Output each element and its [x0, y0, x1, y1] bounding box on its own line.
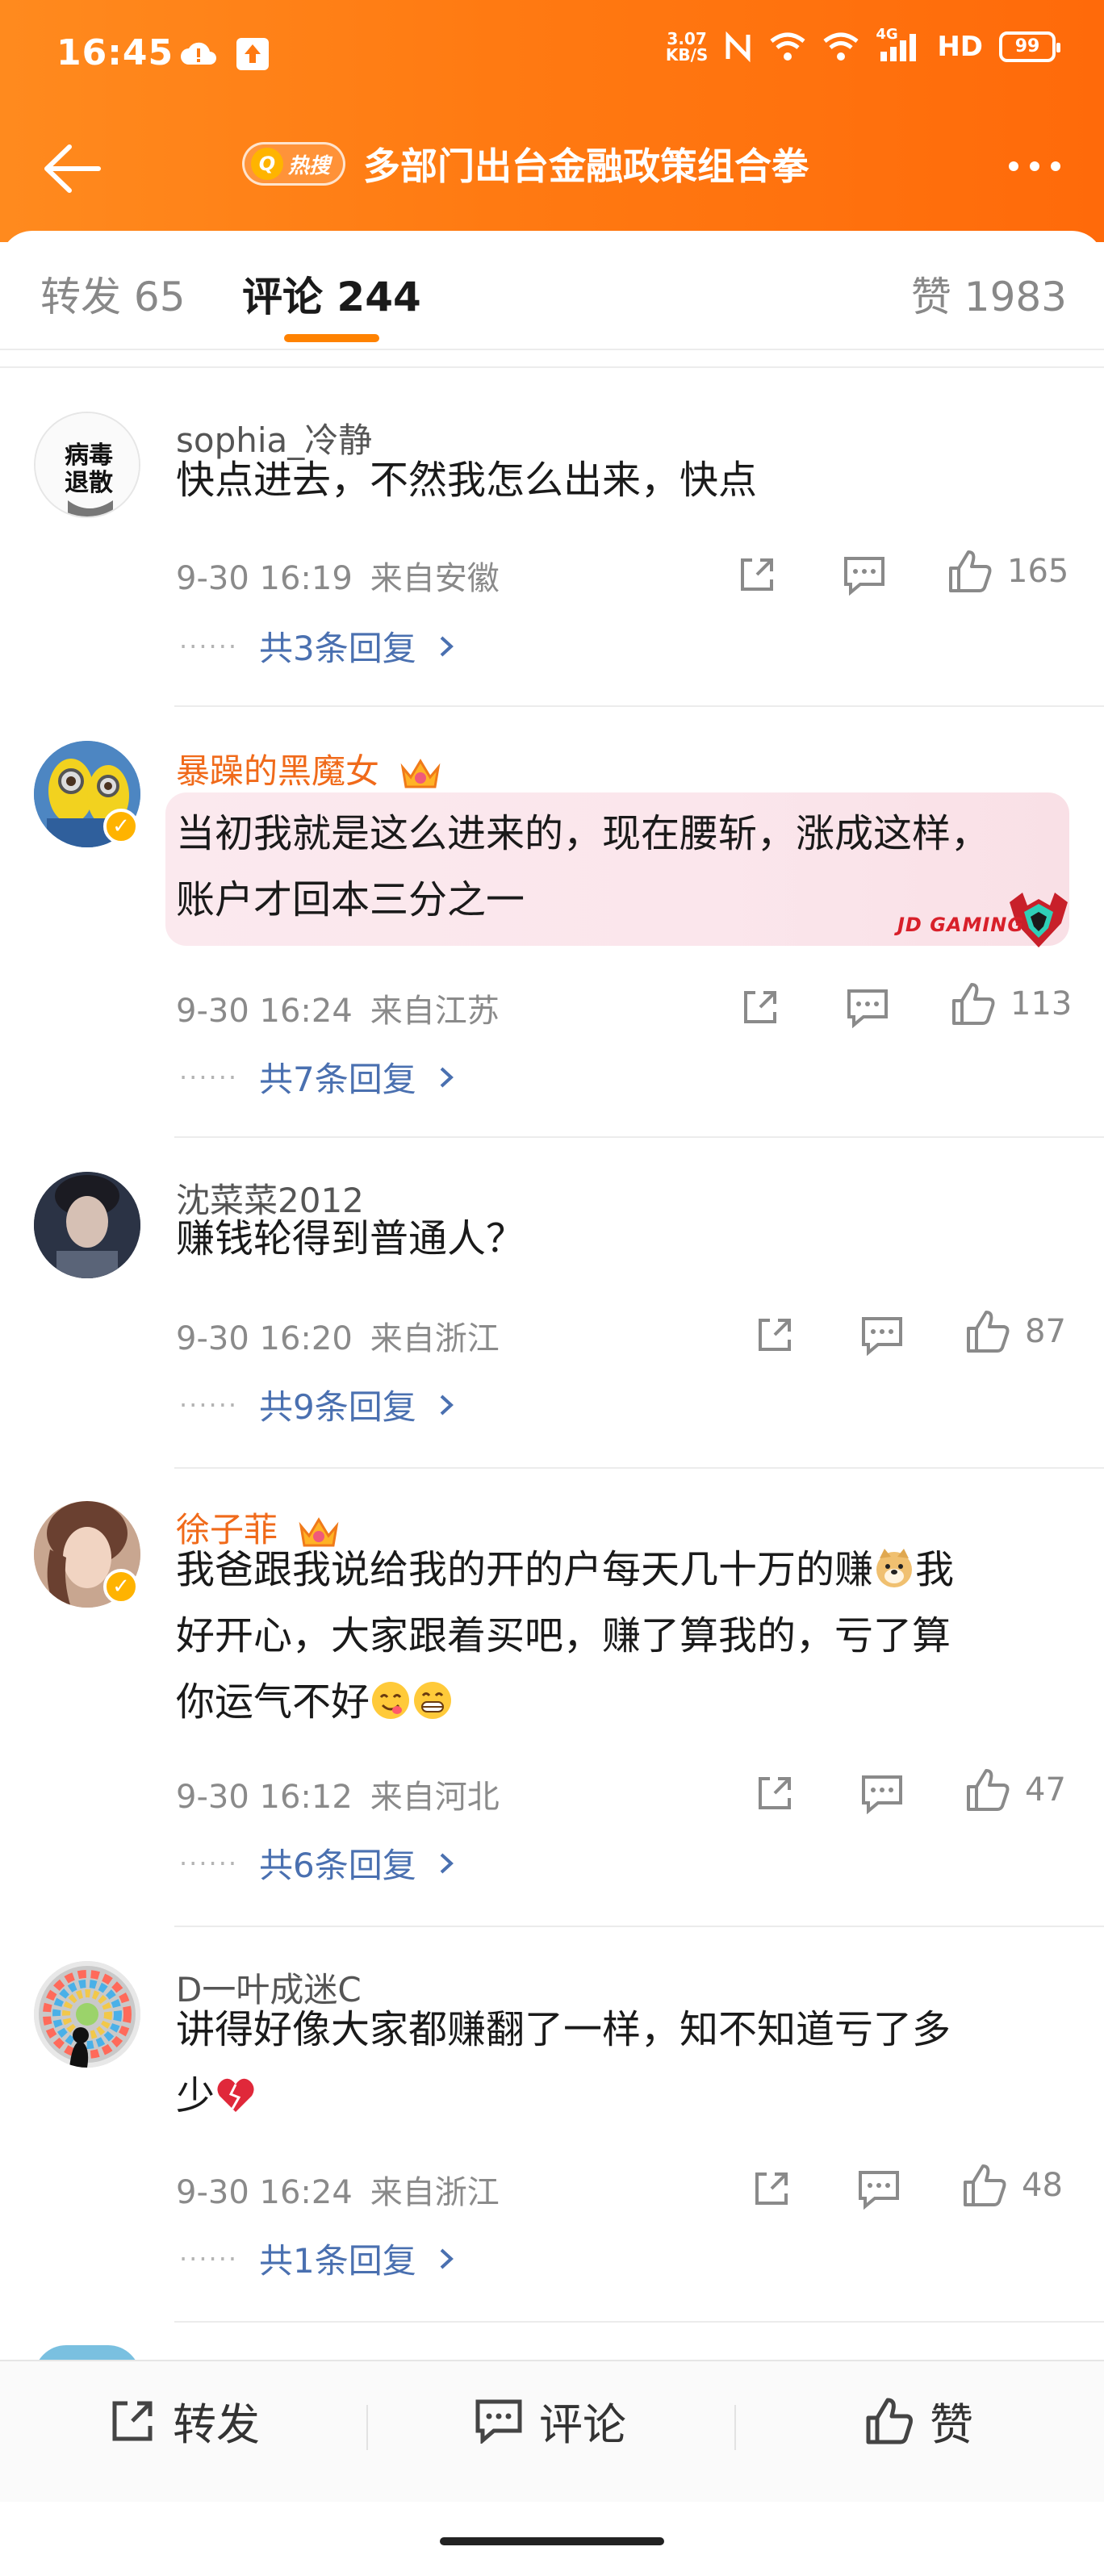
battery-icon: 99 [999, 31, 1060, 62]
avatar[interactable] [34, 1172, 140, 1278]
active-tab-indicator [284, 334, 379, 342]
vip-crown-icon [400, 758, 441, 788]
status-time: 16:45 [56, 32, 174, 73]
tab-comments[interactable]: 评论 244 [242, 265, 421, 323]
replies-count: 共7条回复 [259, 1060, 416, 1099]
hd-indicator: HD [937, 31, 983, 63]
nav-bar: Q 热搜 多部门出台金融政策组合拳 [0, 121, 1104, 218]
thumbs-up-icon [967, 1311, 1010, 1353]
like-count: 87 [1025, 1313, 1066, 1350]
like-count: 48 [1022, 2167, 1063, 2204]
like-button[interactable]: 113 [951, 981, 1072, 1027]
cell-signal-icon: 4G [876, 26, 921, 63]
comment-meta: 9-30 16:12 来自河北 [176, 1779, 500, 1816]
bottom-action-bar: 转发 评论 赞 [0, 2360, 1104, 2502]
verified-badge-icon: ✓ [103, 1569, 139, 1604]
hot-search-icon: Q [251, 148, 283, 180]
avatar[interactable]: 病毒 退散 [34, 412, 140, 518]
comment-icon[interactable] [860, 1774, 904, 1814]
upload-icon [236, 38, 269, 70]
share-icon[interactable] [754, 1772, 796, 1814]
share-icon[interactable] [754, 1314, 796, 1356]
chevron-right-icon [440, 1395, 454, 1415]
comment-bubble-icon [475, 2399, 522, 2444]
comment-icon[interactable] [857, 2169, 901, 2210]
share-icon[interactable] [736, 554, 778, 596]
like-button[interactable]: 48 [962, 2163, 1063, 2208]
hot-search-tag[interactable]: Q 热搜 [242, 142, 346, 186]
wifi-icon [770, 32, 805, 61]
like-count: 113 [1010, 985, 1073, 1022]
comment-icon[interactable] [843, 555, 886, 596]
comment-meta: 9-30 16:20 来自浙江 [176, 1320, 500, 1357]
chevron-right-icon [440, 1853, 454, 1873]
status-bar: 16:45 3.07 KB/S 4G HD 99 [0, 19, 1104, 92]
like-button[interactable]: 47 [965, 1767, 1066, 1813]
comment-icon[interactable] [860, 1315, 904, 1356]
comment-meta: 9-30 16:19 来自安徽 [176, 560, 500, 597]
repost-button[interactable]: 转发 [108, 2389, 260, 2453]
status-right-icons: 3.07 KB/S 4G HD 99 [665, 26, 1060, 65]
replies-count: 共9条回复 [259, 1387, 416, 1427]
comment-meta: 9-30 16:24 来自江苏 [176, 993, 500, 1030]
tab-divider [0, 350, 1104, 368]
replies-link[interactable]: ······ 共6条回复 [179, 1838, 455, 1888]
cloud-alert-icon [181, 42, 216, 65]
thumbs-up-icon [967, 1769, 1010, 1811]
grin-emoji-icon [414, 1682, 452, 1719]
replies-count: 共3条回复 [259, 629, 416, 668]
broken-heart-emoji-icon [217, 2078, 254, 2112]
tab-likes[interactable]: 赞 1983 [911, 265, 1067, 323]
replies-count: 共1条回复 [259, 2241, 416, 2281]
nav-title-group[interactable]: Q 热搜 多部门出台金融政策组合拳 [242, 137, 809, 190]
svg-text:病毒: 病毒 [65, 441, 113, 470]
share-icon[interactable] [751, 2168, 792, 2210]
replies-link[interactable]: ······ 共1条回复 [179, 2234, 455, 2283]
thumbs-up-icon [952, 983, 995, 1025]
like-button[interactable]: 87 [965, 1309, 1066, 1354]
share-icon[interactable] [739, 986, 781, 1028]
replies-link[interactable]: ······ 共9条回复 [179, 1380, 455, 1429]
home-indicator [440, 2537, 664, 2545]
chevron-right-icon [440, 1067, 454, 1087]
nfc-icon [726, 31, 751, 63]
like-count: 165 [1007, 553, 1069, 590]
like-post-button[interactable]: 赞 [865, 2389, 973, 2453]
chevron-right-icon [440, 636, 454, 656]
thumbs-up-icon [964, 2164, 1006, 2206]
net-speed: 3.07 KB/S [665, 29, 709, 65]
thumbs-up-icon [866, 2398, 913, 2444]
doge-emoji-icon [876, 1549, 913, 1587]
replies-count: 共6条回复 [259, 1846, 416, 1885]
comment-button[interactable]: 评论 [475, 2389, 626, 2453]
repost-icon [112, 2401, 153, 2440]
page-title: 多部门出台金融政策组合拳 [363, 144, 809, 188]
like-count: 47 [1025, 1771, 1066, 1809]
more-menu-icon[interactable] [1009, 161, 1060, 171]
comment-text: 赚钱轮得到普通人？ [176, 1216, 525, 1261]
svg-text:退散: 退散 [65, 469, 113, 497]
comment-meta: 9-30 16:24 来自浙江 [176, 2174, 500, 2211]
yummy-emoji-icon [372, 1682, 410, 1719]
comment-icon[interactable] [846, 988, 889, 1028]
back-arrow-icon[interactable] [39, 140, 103, 197]
chevron-right-icon [440, 2248, 454, 2269]
avatar[interactable] [34, 1961, 140, 2068]
header-background: 16:45 3.07 KB/S 4G HD 99 Q 热搜 多部门出台金融政策组… [0, 0, 1104, 242]
thumbs-up-icon [949, 550, 992, 592]
replies-link[interactable]: ······ 共3条回复 [179, 621, 455, 671]
replies-link[interactable]: ······ 共7条回复 [179, 1052, 455, 1102]
wifi-icon-2 [823, 32, 859, 61]
comment-text: 当初我就是这么进来的，现在腰斩，涨成这样，账户才回本三分之一 [176, 811, 990, 922]
tab-bar: 转发 65 评论 244 赞 1983 [0, 231, 1104, 350]
tab-repost[interactable]: 转发 65 [40, 265, 186, 323]
comment-text: 讲得好像大家都赚翻了一样，知不知道亏了多 少 [176, 2007, 951, 2118]
like-button[interactable]: 165 [947, 549, 1068, 594]
verified-badge-icon: ✓ [103, 809, 139, 844]
comments-card: 转发 65 评论 244 赞 1983 [0, 231, 1104, 2576]
username[interactable]: 暴躁的黑魔女 [176, 744, 441, 793]
comment-text: 快点进去，不然我怎么出来，快点 [176, 458, 758, 503]
comment-text: 我爸跟我说给我的开的户每天几十万的赚我 好开心，大家跟着买吧，赚了算我的，亏了算… [176, 1547, 955, 1725]
